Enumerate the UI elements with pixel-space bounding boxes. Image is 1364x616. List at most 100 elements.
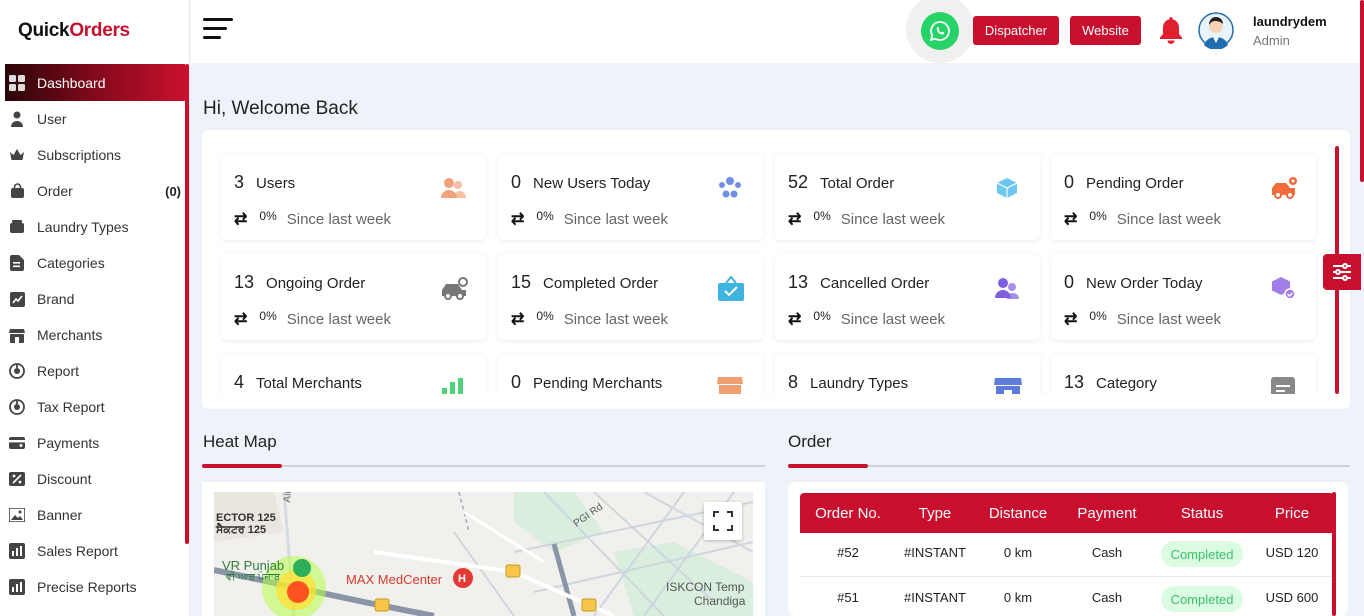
sidebar-item-tax-report[interactable]: Tax Report (5, 389, 185, 425)
stat-percent: 0% (536, 209, 554, 223)
stat-card-header: 52 Total Order (788, 172, 894, 193)
sidebar-item-label: Merchants (37, 327, 103, 343)
stat-card-laundry-types[interactable]: 8 Laundry Types (775, 354, 1040, 394)
column-header-distance[interactable]: Distance (968, 505, 1068, 522)
store-icon (9, 327, 25, 343)
sidebar-item-discount[interactable]: Discount (5, 461, 185, 497)
stat-card-category[interactable]: 13 Category (1051, 354, 1316, 394)
report-icon (9, 363, 25, 379)
stat-card-cancelled-order[interactable]: 13 Cancelled Order ⇄ 0% Since last week (775, 254, 1040, 340)
sidebar-item-merchants[interactable]: Merchants (5, 317, 185, 353)
stat-label: Ongoing Order (266, 275, 366, 292)
sidebar-item-label: Payments (37, 435, 100, 451)
stat-since: Since last week (1116, 310, 1221, 328)
swap-arrows-icon: ⇄ (234, 311, 248, 328)
dispatcher-button[interactable]: Dispatcher (973, 16, 1059, 45)
page-scrollbar[interactable] (1360, 0, 1364, 182)
sidebar-item-laundry-types[interactable]: Laundry Types (5, 209, 185, 245)
column-header-status[interactable]: Status (1152, 505, 1252, 522)
brand-logo[interactable]: QuickOrders (18, 20, 130, 42)
sidebar-item-banner[interactable]: Banner (5, 497, 185, 533)
sidebar-item-subscriptions[interactable]: Subscriptions (5, 137, 185, 173)
stat-card-completed-order[interactable]: 15 Completed Order ⇄ 0% Since last week (498, 254, 763, 340)
column-header-payment[interactable]: Payment (1057, 505, 1157, 522)
stat-value: 0 (1064, 172, 1075, 192)
table-row[interactable]: #51 #INSTANT 0 km Cash Completed USD 600 (800, 578, 1334, 616)
heatmap-map[interactable]: H ECTOR 125 ਸੈਕਟਰ 125 VR Punjab ਵੀ ਆਰ ਪੰ… (214, 492, 753, 616)
fullscreen-icon[interactable] (704, 502, 742, 540)
user-avatar[interactable] (1198, 11, 1234, 50)
stat-card-header: 0 Pending Order (1064, 172, 1184, 193)
column-header-price[interactable]: Price (1242, 505, 1342, 522)
stat-trend: ⇄ 0% Since last week (1064, 309, 1221, 329)
stat-percent: 0% (536, 309, 554, 323)
order-scrollbar[interactable] (1332, 492, 1336, 616)
tray-icon (9, 219, 25, 235)
sidebar-item-user[interactable]: User (5, 101, 185, 137)
stat-percent: 0% (813, 209, 831, 223)
sidebar-item-sales-report[interactable]: Sales Report (5, 533, 185, 569)
sidebar-item-report[interactable]: Report (5, 353, 185, 389)
user-role: Admin (1253, 33, 1290, 48)
sidebar-item-brand[interactable]: Brand (5, 281, 185, 317)
website-button[interactable]: Website (1070, 16, 1141, 45)
sidebar-item-label: Subscriptions (37, 147, 122, 163)
sidebar-item-label: Brand (37, 291, 75, 307)
stat-card-total-merchants[interactable]: 4 Total Merchants (221, 354, 486, 394)
stat-label: Pending Merchants (533, 375, 663, 392)
sidebar-item-label: Laundry Types (37, 219, 129, 235)
stat-trend: ⇄ 0% Since last week (511, 309, 668, 329)
stats-panel: 3 Users ⇄ 0% Since last week 0 New Users… (202, 130, 1350, 409)
stat-trend: ⇄ 0% Since last week (788, 309, 945, 329)
swap-arrows-icon: ⇄ (234, 211, 248, 228)
top-header: Dispatcher Website laundrydem Admin (191, 0, 1364, 63)
sidebar-item-dashboard[interactable]: Dashboard (5, 64, 185, 101)
notification-bell-icon[interactable] (1157, 15, 1185, 45)
sidebar-item-label: Dashboard (37, 74, 106, 91)
map-label-sector: ECTOR 125 (216, 512, 276, 524)
stat-card-pending-merchants[interactable]: 0 Pending Merchants (498, 354, 763, 394)
sidebar-item-payments[interactable]: Payments (5, 425, 185, 461)
map-label-vr: VR Punjab (222, 558, 285, 573)
sidebar-item-order[interactable]: Order (0) (5, 173, 185, 209)
people-icon (994, 276, 1020, 300)
stat-percent: 0% (259, 209, 277, 223)
stat-percent: 0% (813, 309, 831, 323)
settings-sliders-icon[interactable] (1323, 254, 1361, 290)
package-check-icon (1270, 276, 1296, 300)
stat-card-pending-order[interactable]: 0 Pending Order ⇄ 0% Since last week (1051, 154, 1316, 240)
sidebar-item-label: Tax Report (37, 399, 105, 415)
cell-no: #51 (837, 590, 859, 605)
stat-value: 4 (234, 372, 245, 392)
column-header-order-no[interactable]: Order No. (798, 505, 898, 522)
stat-percent: 0% (1089, 209, 1107, 223)
sidebar-item-precise-reports[interactable]: Precise Reports (5, 569, 185, 605)
stat-label: New Users Today (533, 175, 651, 192)
stat-value: 0 (511, 172, 522, 192)
order-table-header: Order No. Type Distance Payment Status Price (800, 493, 1334, 533)
status-badge: Completed (1161, 586, 1243, 612)
stat-label: Users (256, 175, 296, 192)
category-icon (1270, 376, 1296, 394)
menu-toggle-icon[interactable] (203, 18, 233, 42)
stat-since: Since last week (840, 210, 945, 228)
shop-icon (717, 376, 743, 394)
precise-report-icon (9, 579, 25, 595)
stat-label: Category (1096, 375, 1157, 392)
stat-card-new-users-today[interactable]: 0 New Users Today ⇄ 0% Since last week (498, 154, 763, 240)
whatsapp-button[interactable] (906, 0, 974, 63)
stat-card-ongoing-order[interactable]: 13 Ongoing Order ⇄ 0% Since last week (221, 254, 486, 340)
stat-card-new-order-today[interactable]: 0 New Order Today ⇄ 0% Since last week (1051, 254, 1316, 340)
stat-since: Since last week (286, 210, 391, 228)
stat-card-header: 13 Cancelled Order (788, 272, 929, 293)
stat-card-total-order[interactable]: 52 Total Order ⇄ 0% Since last week (775, 154, 1040, 240)
swap-arrows-icon: ⇄ (511, 311, 525, 328)
sidebar-item-label: Categories (37, 255, 105, 271)
stat-card-users[interactable]: 3 Users ⇄ 0% Since last week (221, 154, 486, 240)
table-row[interactable]: #52 #INSTANT 0 km Cash Completed USD 120 (800, 533, 1334, 577)
stat-value: 13 (1064, 372, 1085, 392)
grid-icon (9, 74, 25, 91)
sidebar-item-categories[interactable]: Categories (5, 245, 185, 281)
box-icon (994, 176, 1020, 200)
sidebar-scrollbar[interactable] (185, 64, 189, 544)
